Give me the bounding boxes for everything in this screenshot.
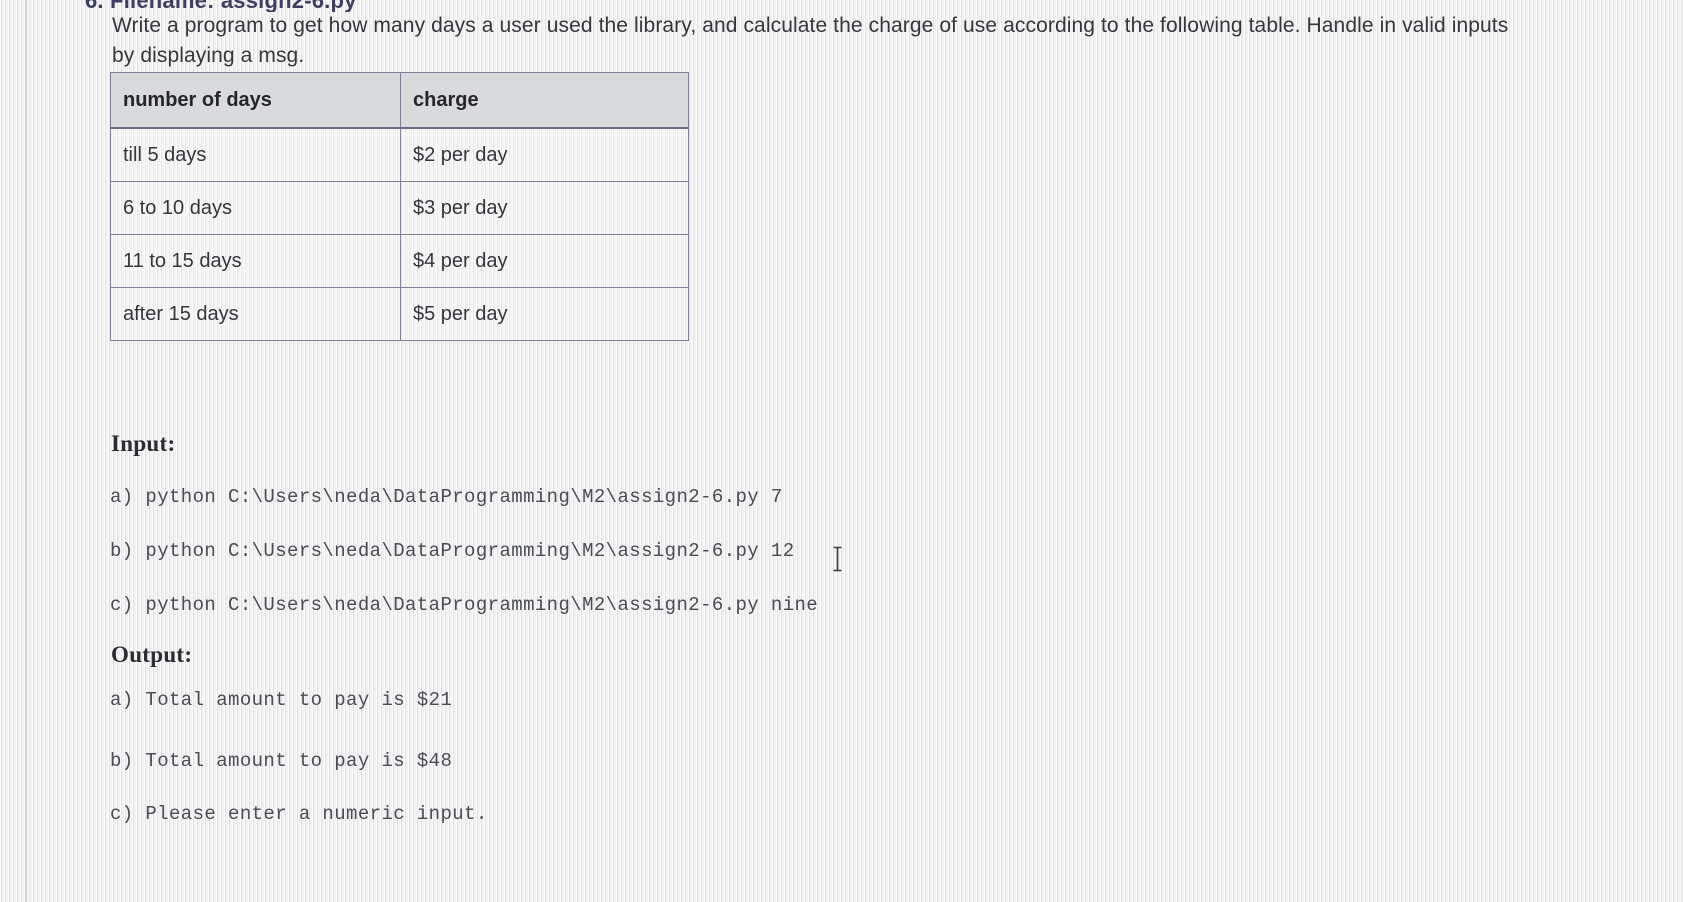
table-cell-days: 6 to 10 days	[110, 181, 401, 235]
charge-table: number of days charge till 5 days $2 per…	[110, 72, 689, 341]
table-header-number-of-days: number of days	[110, 72, 401, 129]
table-header-row: number of days charge	[110, 72, 689, 129]
table-cell-days: 11 to 15 days	[110, 234, 401, 288]
table-row: after 15 days $5 per day	[110, 287, 689, 341]
output-line-c: c) Please enter a numeric input.	[110, 803, 488, 825]
output-line-a: a) Total amount to pay is $21	[110, 689, 453, 711]
question-paragraph: Write a program to get how many days a u…	[112, 14, 1509, 67]
table-row: 11 to 15 days $4 per day	[110, 234, 689, 288]
input-line-c: c) python C:\Users\neda\DataProgramming\…	[110, 594, 819, 616]
output-section-heading: Output:	[111, 642, 193, 667]
input-line-a: a) python C:\Users\neda\DataProgramming\…	[110, 486, 783, 508]
i-beam-text-cursor	[833, 546, 842, 572]
input-line-b: b) python C:\Users\neda\DataProgramming\…	[110, 540, 795, 562]
document-content: 6. Filename: assign2-6.py Write a progra…	[0, 0, 1683, 902]
table-cell-charge: $2 per day	[400, 127, 689, 182]
output-line-b: b) Total amount to pay is $48	[110, 750, 453, 772]
table-cell-days: after 15 days	[110, 287, 401, 341]
table-header-charge: charge	[400, 72, 689, 129]
table-row: till 5 days $2 per day	[110, 127, 689, 182]
table-cell-days: till 5 days	[110, 127, 401, 182]
input-section-heading: Input:	[111, 431, 176, 456]
table-cell-charge: $5 per day	[400, 287, 689, 341]
table-cell-charge: $4 per day	[400, 234, 689, 288]
table-cell-charge: $3 per day	[400, 181, 689, 235]
table-row: 6 to 10 days $3 per day	[110, 181, 689, 235]
